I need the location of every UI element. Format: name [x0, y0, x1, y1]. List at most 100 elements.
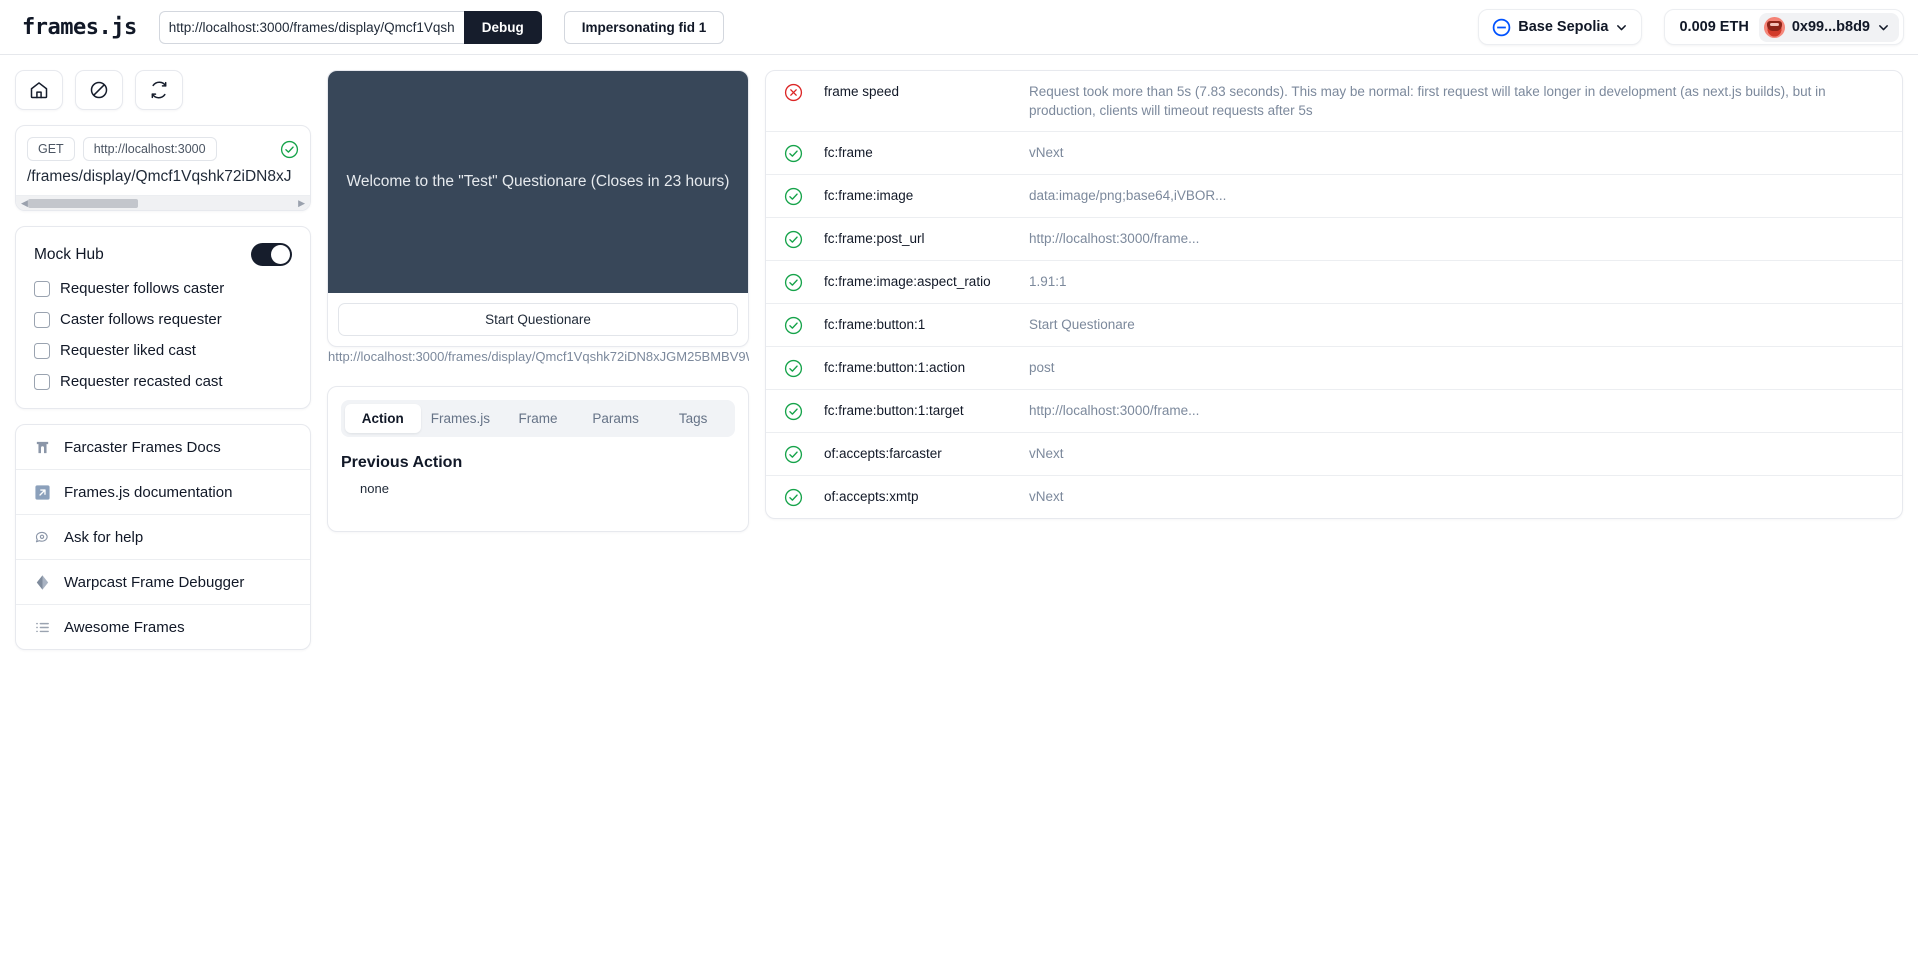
checkbox-label: Requester liked cast — [60, 342, 196, 359]
home-button[interactable] — [15, 70, 63, 110]
validation-value: vNext — [1029, 145, 1064, 160]
status-ok-icon — [784, 316, 804, 335]
mock-hub-card: Mock Hub Requester follows caster Caster… — [15, 226, 311, 409]
farcaster-icon — [33, 438, 51, 456]
checkbox-icon[interactable] — [34, 373, 50, 390]
checkbox-requester-liked-cast[interactable]: Requester liked cast — [34, 342, 292, 359]
diamond-icon — [33, 573, 51, 591]
link-framesjs-documentation[interactable]: Frames.js documentation — [16, 470, 310, 515]
impersonate-button[interactable]: Impersonating fid 1 — [563, 10, 725, 44]
url-bar-group: Debug — [158, 10, 542, 44]
tab-params[interactable]: Params — [578, 404, 654, 433]
frame-image: Welcome to the "Test" Questionare (Close… — [328, 71, 748, 293]
request-method-badge: GET — [27, 137, 75, 161]
list-icon — [33, 618, 51, 636]
status-ok-icon — [784, 144, 804, 163]
frame-card: Welcome to the "Test" Questionare (Close… — [327, 70, 749, 347]
wallet-button[interactable]: 0.009 ETH 0x99...b8d9 — [1664, 9, 1904, 45]
link-farcaster-frames-docs[interactable]: Farcaster Frames Docs — [16, 425, 310, 470]
validation-key: fc:frame:button:1 — [824, 317, 926, 332]
validation-key: fc:frame:post_url — [824, 231, 925, 246]
validation-key: of:accepts:xmtp — [824, 489, 919, 504]
frame-url-input[interactable] — [158, 10, 464, 44]
resource-links-card: Farcaster Frames Docs Frames.js document… — [15, 424, 311, 650]
checkbox-icon[interactable] — [34, 311, 50, 328]
request-horizontal-scrollbar[interactable]: ◀ ▶ — [16, 195, 310, 210]
frame-button-1[interactable]: Start Questionare — [338, 303, 738, 336]
debug-button[interactable]: Debug — [463, 10, 542, 44]
request-header: GET http://localhost:3000 — [27, 137, 299, 161]
checkbox-requester-recasted-cast[interactable]: Requester recasted cast — [34, 373, 292, 390]
checkbox-icon[interactable] — [34, 280, 50, 297]
link-ask-for-help[interactable]: Ask for help — [16, 515, 310, 560]
validation-value: 1.91:1 — [1029, 274, 1067, 289]
table-row: frame speed Request took more than 5s (7… — [766, 71, 1902, 132]
link-label: Awesome Frames — [64, 618, 185, 636]
main-layout: GET http://localhost:3000 /frames/displa… — [0, 55, 1918, 959]
inspector-card: Action Frames.js Frame Params Tags Previ… — [327, 386, 749, 532]
validation-value: http://localhost:3000/frame... — [1029, 231, 1200, 246]
tab-action[interactable]: Action — [345, 404, 421, 433]
validation-value: Request took more than 5s (7.83 seconds)… — [1029, 84, 1826, 118]
status-error-icon — [784, 83, 804, 102]
checkbox-icon[interactable] — [34, 342, 50, 359]
mock-hub-toggle[interactable] — [251, 243, 292, 266]
status-ok-icon — [784, 488, 804, 507]
table-row: of:accepts:farcaster vNext — [766, 433, 1902, 476]
wallet-balance: 0.009 ETH — [1679, 19, 1749, 35]
frame-source-url: http://localhost:3000/frames/display/Qmc… — [328, 349, 749, 364]
validation-key: fc:frame:button:1:action — [824, 360, 966, 375]
refresh-icon — [149, 80, 169, 100]
mock-hub-title: Mock Hub — [34, 245, 104, 263]
mock-hub-header: Mock Hub — [34, 243, 292, 266]
block-icon — [89, 80, 109, 100]
status-ok-icon — [784, 273, 804, 292]
checkbox-requester-follows-caster[interactable]: Requester follows caster — [34, 280, 292, 297]
request-summary-card: GET http://localhost:3000 /frames/displa… — [15, 125, 311, 211]
table-row: fc:frame:image:aspect_ratio 1.91:1 — [766, 261, 1902, 304]
validation-value: vNext — [1029, 489, 1064, 504]
status-ok-icon — [784, 187, 804, 206]
validation-value: data:image/png;base64,iVBOR... — [1029, 188, 1227, 203]
scroll-left-icon[interactable]: ◀ — [21, 198, 28, 208]
table-row: fc:frame:button:1 Start Questionare — [766, 304, 1902, 347]
sidebar-icon-toolbar — [15, 70, 311, 110]
toggle-knob — [271, 245, 290, 264]
frame-button-row: Start Questionare — [328, 293, 748, 346]
wallet-address-pill[interactable]: 0x99...b8d9 — [1758, 12, 1899, 42]
checkbox-label: Requester recasted cast — [60, 373, 223, 390]
validation-value: post — [1029, 360, 1055, 375]
validation-key: fc:frame:image:aspect_ratio — [824, 274, 991, 289]
external-link-icon — [33, 483, 51, 501]
table-row: fc:frame:button:1:target http://localhos… — [766, 390, 1902, 433]
frame-preview-column: Welcome to the "Test" Questionare (Close… — [327, 70, 749, 532]
table-row: fc:frame vNext — [766, 132, 1902, 175]
link-label: Warpcast Frame Debugger — [64, 573, 245, 591]
link-warpcast-frame-debugger[interactable]: Warpcast Frame Debugger — [16, 560, 310, 605]
validation-value: Start Questionare — [1029, 317, 1135, 332]
checkbox-caster-follows-requester[interactable]: Caster follows requester — [34, 311, 292, 328]
panel-title: Previous Action — [341, 454, 463, 471]
tab-tags[interactable]: Tags — [655, 404, 731, 433]
scroll-right-icon[interactable]: ▶ — [298, 198, 305, 208]
refresh-button[interactable] — [135, 70, 183, 110]
status-ok-icon — [784, 402, 804, 421]
table-row: fc:frame:button:1:action post — [766, 347, 1902, 390]
top-bar: frames.js Debug Impersonating fid 1 Base… — [0, 0, 1918, 55]
chat-bubble-icon — [33, 528, 51, 546]
app-logo: frames.js — [22, 14, 137, 40]
table-row: fc:frame:post_url http://localhost:3000/… — [766, 218, 1902, 261]
scrollbar-thumb[interactable] — [28, 199, 138, 208]
tab-framesjs[interactable]: Frames.js — [423, 404, 499, 433]
request-host-badge: http://localhost:3000 — [82, 137, 217, 161]
chain-selector[interactable]: Base Sepolia — [1478, 9, 1643, 45]
validation-key: of:accepts:farcaster — [824, 446, 942, 461]
panel-body: none — [360, 481, 389, 496]
validation-value: http://localhost:3000/frame... — [1029, 403, 1200, 418]
clear-button[interactable] — [75, 70, 123, 110]
tab-frame[interactable]: Frame — [500, 404, 576, 433]
link-awesome-frames[interactable]: Awesome Frames — [16, 605, 310, 649]
validation-column: frame speed Request took more than 5s (7… — [765, 70, 1903, 519]
status-ok-icon — [784, 359, 804, 378]
validation-key: fc:frame:image — [824, 188, 914, 203]
